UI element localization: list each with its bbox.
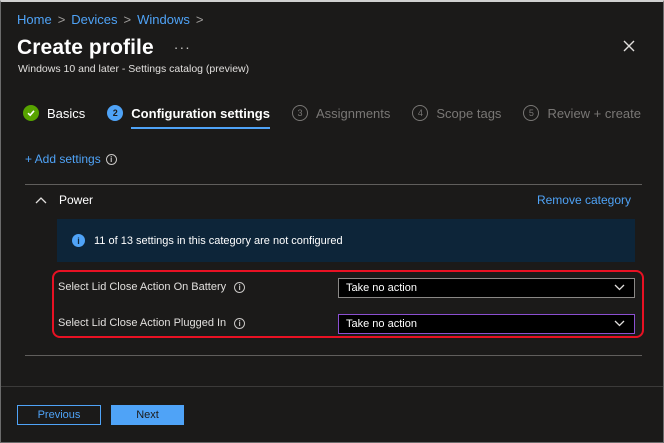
lid-battery-dropdown[interactable]: Take no action — [338, 278, 635, 298]
setting-row-lid-battery: Select Lid Close Action On Battery i — [58, 281, 246, 293]
step-configuration-settings[interactable]: 2 Configuration settings — [107, 105, 270, 129]
setting-label: Select Lid Close Action On Battery — [58, 281, 227, 293]
info-banner: i 11 of 13 settings in this category are… — [57, 219, 635, 262]
dropdown-value: Take no action — [346, 318, 417, 330]
page-subtitle: Windows 10 and later - Settings catalog … — [18, 63, 250, 75]
step-review-create[interactable]: 5 Review + create — [523, 105, 641, 121]
step-number: 5 — [523, 105, 540, 121]
add-settings-link[interactable]: + Add settings i — [25, 152, 117, 166]
page-title: Create profile — [17, 36, 154, 59]
close-icon[interactable] — [621, 38, 637, 54]
step-basics[interactable]: Basics — [23, 105, 85, 121]
step-label: Review + create — [547, 105, 642, 121]
chevron-down-icon — [614, 284, 625, 291]
check-icon — [23, 105, 39, 121]
chevron-right-icon: > — [195, 12, 204, 27]
add-settings-label: + Add settings — [25, 152, 101, 166]
divider — [25, 355, 642, 356]
step-label: Scope tags — [436, 105, 502, 121]
breadcrumb-devices[interactable]: Devices — [71, 12, 117, 27]
info-icon: i — [72, 234, 85, 247]
setting-row-lid-plugged: Select Lid Close Action Plugged In i — [58, 317, 246, 329]
more-icon[interactable]: ··· — [174, 39, 191, 55]
breadcrumb-windows[interactable]: Windows — [137, 12, 190, 27]
setting-label: Select Lid Close Action Plugged In — [58, 317, 227, 329]
chevron-right-icon: > — [123, 12, 132, 27]
breadcrumb-home[interactable]: Home — [17, 12, 52, 27]
lid-plugged-dropdown[interactable]: Take no action — [338, 314, 635, 334]
info-banner-text: 11 of 13 settings in this category are n… — [94, 234, 343, 247]
step-label: Basics — [47, 105, 86, 121]
step-label: Configuration settings — [131, 105, 270, 129]
info-icon[interactable]: i — [105, 153, 117, 165]
chevron-up-icon[interactable] — [35, 196, 47, 204]
divider — [25, 184, 642, 185]
breadcrumb: Home > Devices > Windows > — [17, 12, 203, 27]
remove-category-link[interactable]: Remove category — [537, 193, 631, 207]
previous-button[interactable]: Previous — [17, 405, 101, 425]
info-icon[interactable]: i — [234, 317, 246, 329]
step-number: 4 — [412, 105, 429, 121]
footer-divider — [1, 386, 663, 387]
step-number: 3 — [291, 105, 308, 121]
next-button[interactable]: Next — [111, 405, 184, 425]
blade-panel: Home > Devices > Windows > Create profil… — [0, 0, 664, 443]
step-assignments[interactable]: 3 Assignments — [291, 105, 391, 121]
category-header[interactable]: Power — [35, 193, 93, 207]
wizard-steps: Basics 2 Configuration settings 3 Assign… — [23, 105, 663, 129]
category-name: Power — [59, 193, 94, 207]
info-icon[interactable]: i — [234, 281, 246, 293]
chevron-right-icon: > — [57, 12, 66, 27]
chevron-down-icon — [614, 320, 625, 327]
step-number: 2 — [107, 105, 124, 121]
step-label: Assignments — [315, 105, 391, 121]
dropdown-value: Take no action — [346, 282, 417, 294]
step-scope-tags[interactable]: 4 Scope tags — [412, 105, 501, 121]
